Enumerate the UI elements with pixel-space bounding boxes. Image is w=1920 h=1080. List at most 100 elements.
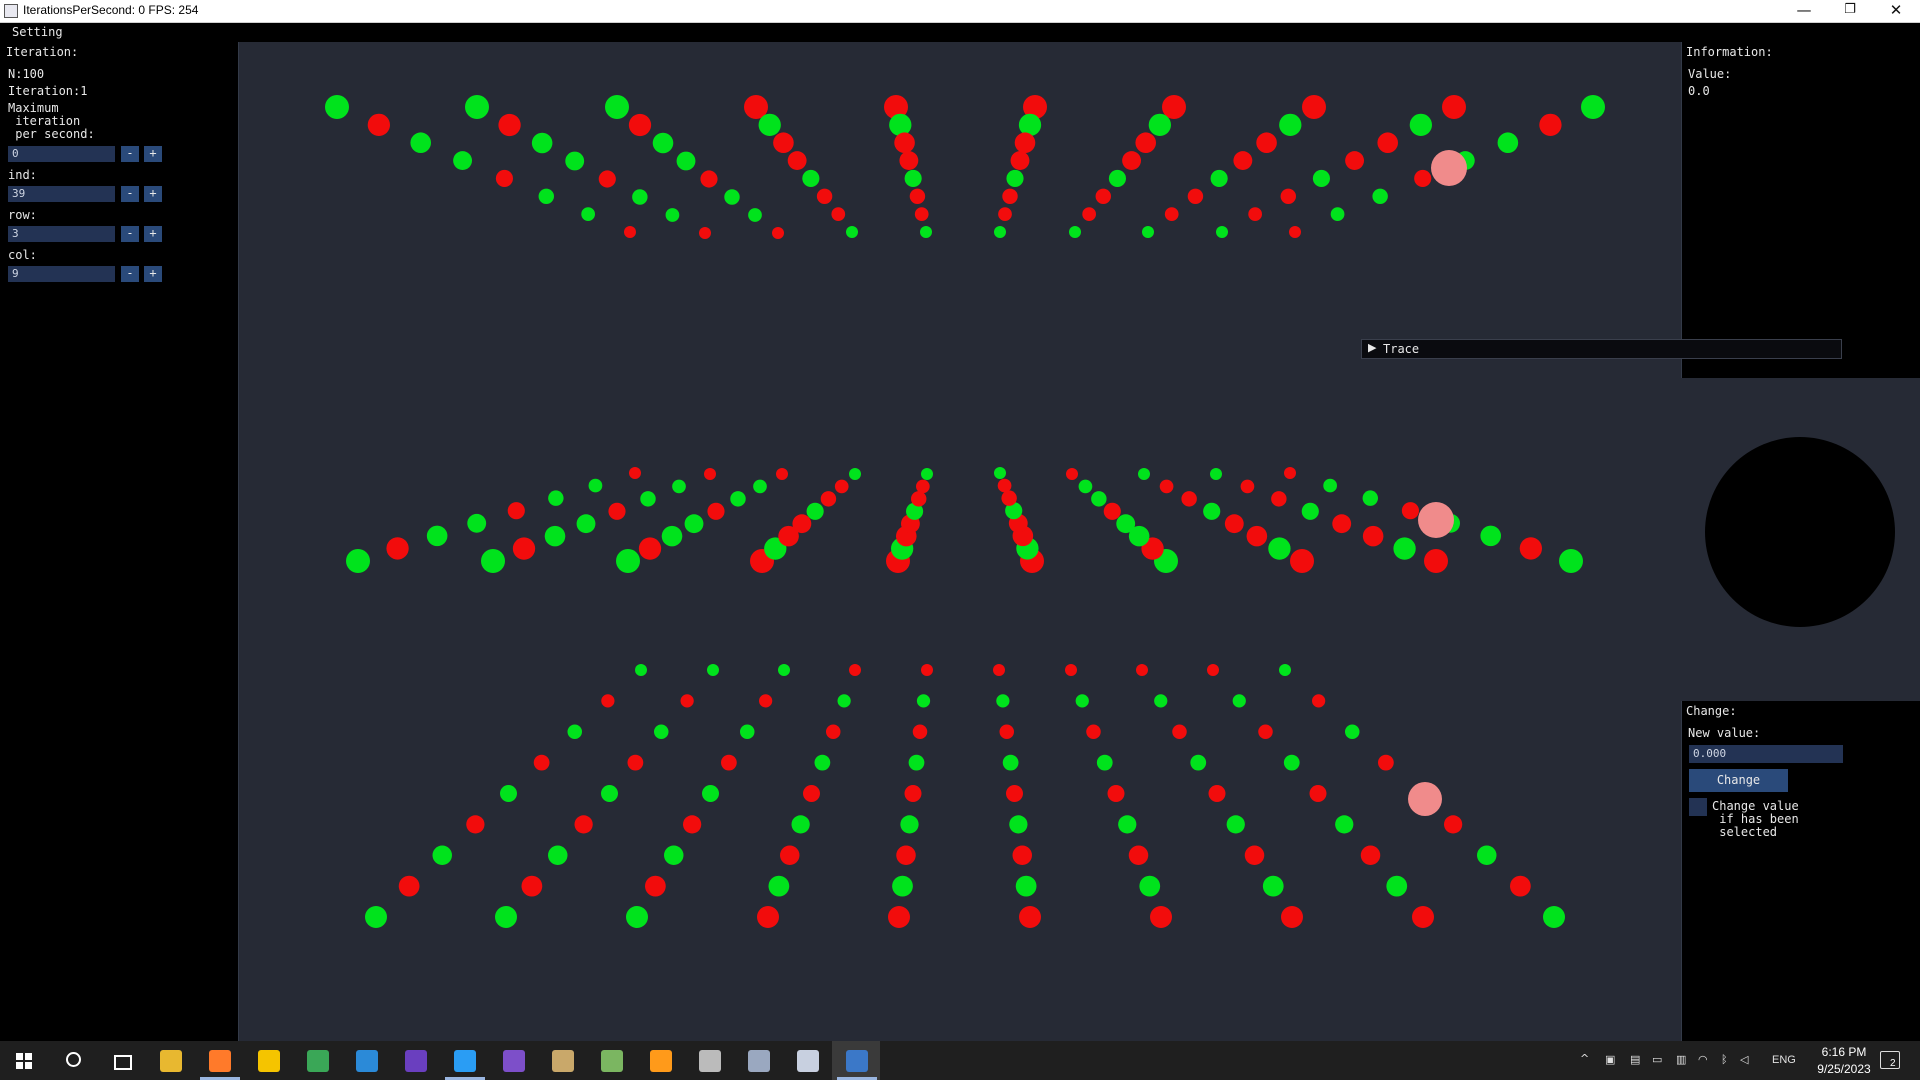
- top-fan-dot[interactable]: [453, 151, 473, 170]
- middle-fan-dot[interactable]: [426, 525, 448, 547]
- top-fan-dot[interactable]: [632, 189, 648, 205]
- middle-fan-dot[interactable]: [1362, 525, 1384, 547]
- middle-fan-dot[interactable]: [1268, 537, 1291, 560]
- middle-fan-dot[interactable]: [994, 467, 1006, 479]
- top-fan-dot[interactable]: [1002, 188, 1018, 205]
- bottom-fan-dot[interactable]: [1006, 785, 1023, 802]
- top-fan-dot[interactable]: [367, 113, 390, 136]
- bottom-fan-dot[interactable]: [1279, 664, 1291, 676]
- middle-fan-dot[interactable]: [588, 478, 603, 493]
- middle-fan-dot[interactable]: [1154, 549, 1178, 573]
- top-fan-dot[interactable]: [1164, 207, 1179, 221]
- volume-icon[interactable]: ◁: [1740, 1053, 1748, 1066]
- middle-fan-dot[interactable]: [792, 514, 812, 534]
- player-icon[interactable]: [258, 1050, 280, 1072]
- bottom-fan-dot[interactable]: [365, 906, 387, 928]
- bottom-fan-dot[interactable]: [1075, 694, 1089, 708]
- top-fan-dot[interactable]: [1010, 151, 1030, 170]
- bottom-fan-dot[interactable]: [837, 694, 851, 708]
- wifi-icon[interactable]: ◠: [1698, 1053, 1708, 1066]
- middle-fan-dot[interactable]: [997, 478, 1012, 493]
- clock-date[interactable]: 9/25/2023: [1804, 1062, 1884, 1076]
- bottom-fan-dot[interactable]: [993, 664, 1005, 676]
- top-fan-dot[interactable]: [884, 95, 908, 119]
- bottom-fan-dot[interactable]: [521, 875, 543, 897]
- visual-studio-preview-icon[interactable]: [503, 1050, 525, 1072]
- storage-tray-icon[interactable]: ▥: [1676, 1053, 1686, 1066]
- bottom-fan-dot[interactable]: [1107, 785, 1125, 802]
- top-fan-dot[interactable]: [700, 170, 718, 188]
- top-fan-dot[interactable]: [1455, 151, 1475, 170]
- bottom-fan-dot[interactable]: [791, 815, 810, 834]
- middle-fan-dot[interactable]: [548, 490, 564, 506]
- bottom-fan-dot[interactable]: [495, 906, 517, 928]
- top-fan-dot[interactable]: [1372, 188, 1388, 205]
- row-increment-button[interactable]: +: [144, 226, 162, 242]
- middle-fan-dot[interactable]: [901, 514, 920, 534]
- middle-fan-dot[interactable]: [776, 468, 788, 480]
- middle-fan-dot[interactable]: [1246, 525, 1268, 547]
- top-fan-dot[interactable]: [498, 113, 521, 137]
- middle-fan-dot[interactable]: [608, 502, 626, 520]
- bottom-fan-dot[interactable]: [1262, 875, 1284, 897]
- middle-fan-dot[interactable]: [916, 479, 930, 494]
- top-fan-dot[interactable]: [724, 189, 740, 205]
- bottom-fan-dot[interactable]: [548, 845, 568, 866]
- middle-fan-dot[interactable]: [1323, 478, 1337, 493]
- bottom-fan-dot[interactable]: [1283, 754, 1300, 771]
- bottom-fan-dot[interactable]: [601, 694, 615, 708]
- vscode-icon[interactable]: [454, 1050, 476, 1072]
- ind-increment-button[interactable]: +: [144, 186, 162, 202]
- remote-desktop-icon[interactable]: [356, 1050, 378, 1072]
- top-fan-dot[interactable]: [665, 208, 680, 222]
- bottom-fan-dot[interactable]: [680, 694, 694, 708]
- bottom-fan-dot[interactable]: [1118, 815, 1137, 834]
- middle-fan-dot[interactable]: [1016, 537, 1039, 560]
- bottom-fan-dot[interactable]: [814, 754, 831, 771]
- bottom-fan-dot[interactable]: [1019, 906, 1041, 928]
- middle-fan-dot[interactable]: [1116, 514, 1136, 534]
- network-tray-icon[interactable]: ▣: [1605, 1053, 1615, 1066]
- middle-fan-dot[interactable]: [1301, 502, 1319, 520]
- middle-fan-dot[interactable]: [661, 525, 683, 547]
- middle-fan-dot[interactable]: [1103, 502, 1121, 520]
- top-fan-dot[interactable]: [628, 113, 652, 137]
- battery-tray-icon[interactable]: ▭: [1652, 1053, 1662, 1066]
- bottom-fan-dot[interactable]: [1002, 754, 1019, 771]
- bottom-fan-dot[interactable]: [1096, 754, 1113, 771]
- top-fan-dot[interactable]: [1289, 226, 1301, 238]
- middle-fan-dot[interactable]: [1424, 549, 1448, 573]
- middle-fan-dot[interactable]: [672, 479, 686, 494]
- middle-fan-dot[interactable]: [911, 491, 927, 507]
- device-tray-icon[interactable]: ▤: [1630, 1053, 1640, 1066]
- top-fan-dot[interactable]: [748, 208, 762, 222]
- bottom-fan-dot[interactable]: [1411, 785, 1428, 802]
- middle-fan-dot[interactable]: [849, 468, 861, 480]
- top-fan-dot[interactable]: [1442, 95, 1466, 119]
- middle-fan-dot[interactable]: [1138, 468, 1150, 480]
- middle-fan-dot[interactable]: [1271, 491, 1287, 507]
- bottom-fan-dot[interactable]: [916, 694, 931, 708]
- middle-fan-dot[interactable]: [1441, 513, 1460, 533]
- bottom-fan-dot[interactable]: [1190, 754, 1207, 771]
- middle-fan-dot[interactable]: [1078, 479, 1093, 494]
- top-fan-dot[interactable]: [1006, 169, 1024, 187]
- top-fan-dot[interactable]: [1216, 226, 1228, 238]
- middle-fan-dot[interactable]: [576, 514, 596, 534]
- middle-fan-dot[interactable]: [1181, 491, 1197, 507]
- bottom-fan-dot[interactable]: [1065, 664, 1077, 676]
- middle-fan-dot[interactable]: [820, 491, 837, 507]
- top-fan-dot[interactable]: [1414, 169, 1432, 187]
- middle-fan-dot[interactable]: [1240, 479, 1255, 494]
- bottom-fan-dot[interactable]: [1150, 906, 1172, 928]
- middle-fan-dot[interactable]: [906, 502, 924, 520]
- bottom-fan-dot[interactable]: [1543, 906, 1565, 928]
- top-fan-dot[interactable]: [899, 151, 919, 170]
- top-fan-dot[interactable]: [538, 188, 554, 205]
- terminal-icon[interactable]: [797, 1050, 819, 1072]
- middle-fan-dot[interactable]: [1012, 525, 1034, 547]
- tray-expand-icon[interactable]: ^: [1580, 1052, 1589, 1065]
- bottom-fan-dot[interactable]: [1128, 845, 1149, 866]
- middle-fan-dot[interactable]: [896, 525, 917, 547]
- middle-fan-dot[interactable]: [764, 537, 787, 560]
